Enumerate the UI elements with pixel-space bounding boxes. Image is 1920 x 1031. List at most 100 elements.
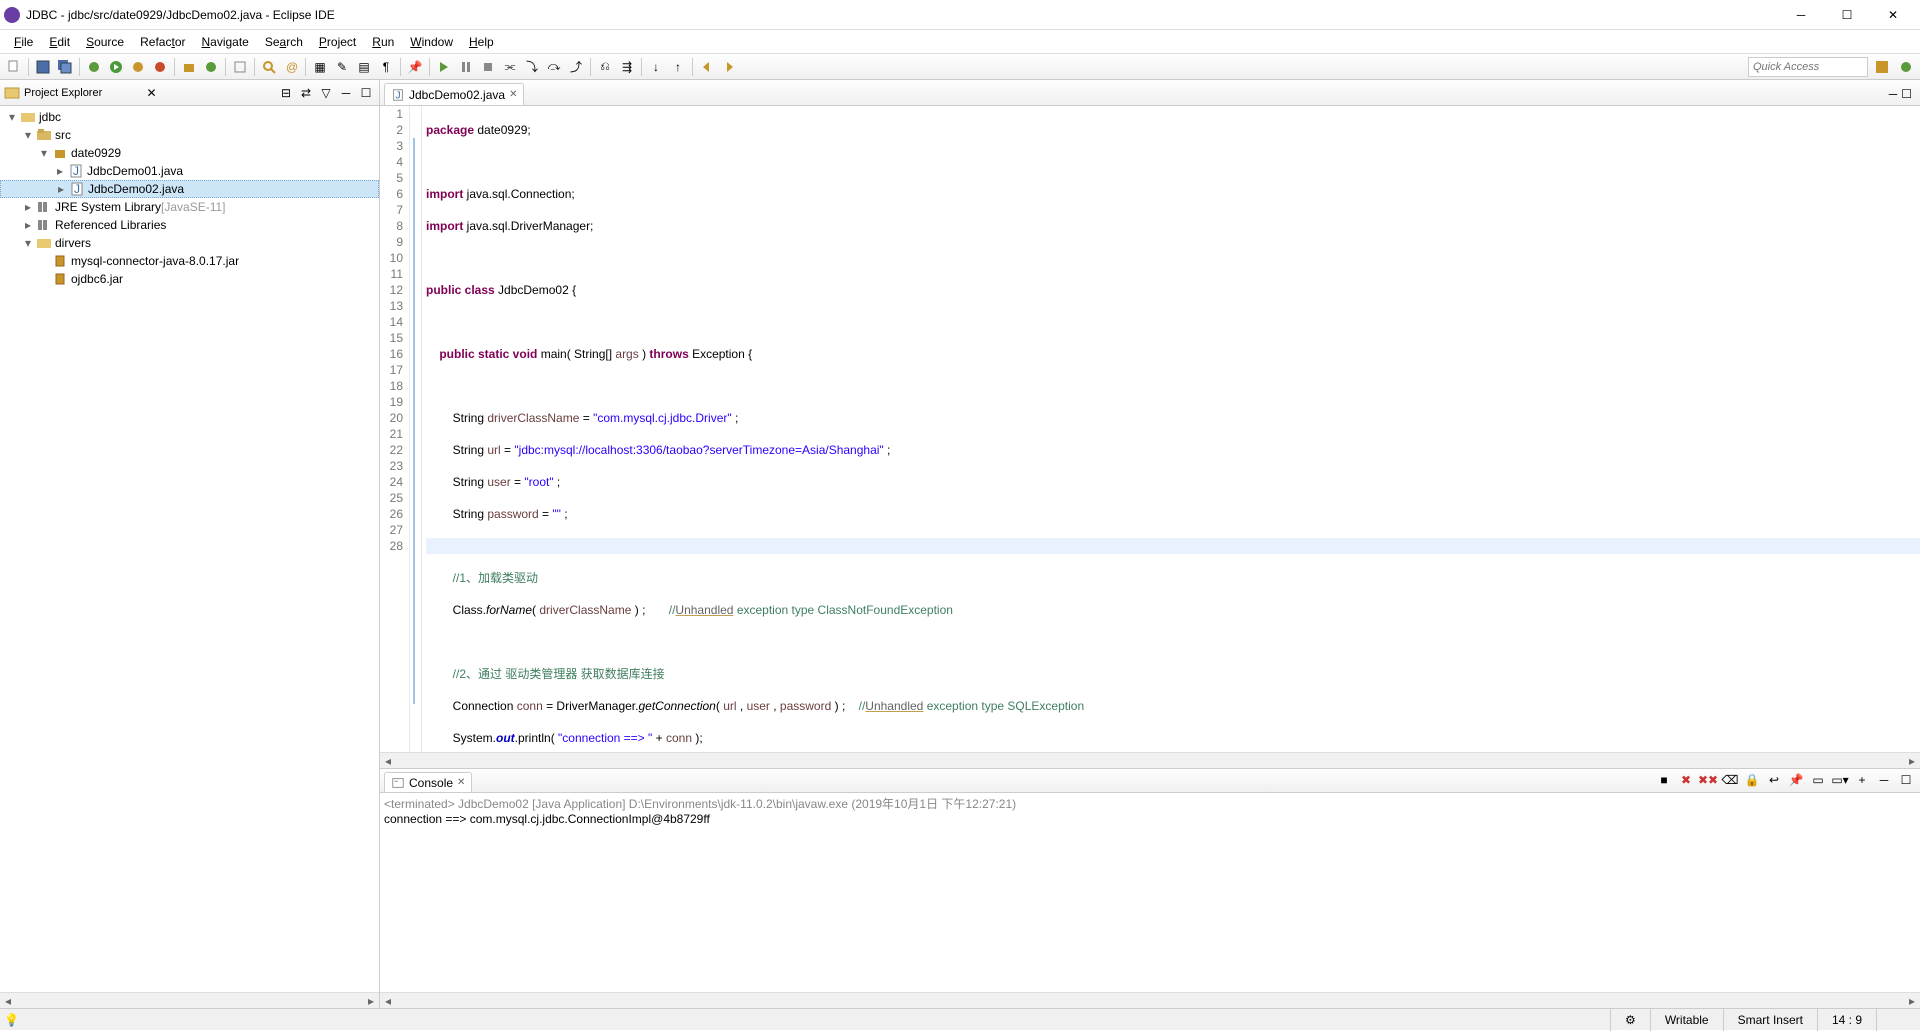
menu-refactor[interactable]: Refactor — [132, 33, 193, 51]
console-maximize-button[interactable]: ☐ — [1896, 770, 1916, 790]
console-open-button[interactable]: ▭▾ — [1830, 770, 1850, 790]
disconnect-button[interactable]: ⫘ — [500, 57, 520, 77]
console-minimize-button[interactable]: ─ — [1874, 770, 1894, 790]
save-button[interactable] — [33, 57, 53, 77]
terminate-button[interactable] — [478, 57, 498, 77]
status-launch-icon[interactable]: ⚙ — [1610, 1009, 1650, 1031]
perspective-java-button[interactable] — [1872, 57, 1892, 77]
console-word-wrap-button[interactable]: ↩ — [1764, 770, 1784, 790]
tree-project[interactable]: ▾jdbc — [0, 108, 379, 126]
console-remove-button[interactable]: ✖ — [1676, 770, 1696, 790]
minimize-view-button[interactable]: ─ — [337, 84, 355, 102]
drop-frame-button[interactable]: ⎌ — [595, 57, 615, 77]
menu-help[interactable]: Help — [461, 33, 502, 51]
debug-button[interactable] — [84, 57, 104, 77]
view-menu-button[interactable]: ▽ — [317, 84, 335, 102]
console-tab-label: Console — [409, 776, 453, 790]
editor-tabbar: J JdbcDemo02.java ✕ ─ ☐ — [380, 80, 1920, 106]
step-return-button[interactable]: ⤴ — [566, 57, 586, 77]
project-tree[interactable]: ▾jdbc ▾src ▾date0929 ▸JJdbcDemo01.java ▸… — [0, 106, 379, 992]
quick-access-input[interactable] — [1748, 57, 1868, 77]
project-explorer-title: Project Explorer — [24, 87, 142, 99]
menu-source[interactable]: Source — [78, 33, 132, 51]
tree-ref-libs[interactable]: ▸Referenced Libraries — [0, 216, 379, 234]
status-insert-mode: Smart Insert — [1723, 1009, 1817, 1031]
collapse-all-button[interactable]: ⊟ — [277, 84, 295, 102]
toggle-breadcrumb-button[interactable]: ▦ — [310, 57, 330, 77]
menu-search[interactable]: Search — [257, 33, 311, 51]
editor-hscrollbar[interactable]: ◂▸ — [380, 752, 1920, 768]
editor-tab[interactable]: J JdbcDemo02.java ✕ — [384, 83, 524, 105]
project-explorer-close[interactable]: ✕ — [146, 86, 156, 100]
perspective-debug-button[interactable] — [1896, 57, 1916, 77]
tree-dirvers[interactable]: ▾dirvers — [0, 234, 379, 252]
prev-annotation-button[interactable]: ↑ — [668, 57, 688, 77]
close-button[interactable]: ✕ — [1870, 0, 1916, 30]
tree-file-2[interactable]: ▸JJdbcDemo02.java — [0, 180, 379, 198]
new-button[interactable] — [4, 57, 24, 77]
tree-src[interactable]: ▾src — [0, 126, 379, 144]
new-class-button[interactable] — [201, 57, 221, 77]
search-button[interactable] — [259, 57, 279, 77]
step-into-button[interactable]: ⤵ — [522, 57, 542, 77]
source-folder-icon — [36, 127, 52, 143]
console-display-button[interactable]: ▭ — [1808, 770, 1828, 790]
tree-jar-1[interactable]: mysql-connector-java-8.0.17.jar — [0, 252, 379, 270]
coverage-button[interactable] — [128, 57, 148, 77]
tree-jre[interactable]: ▸JRE System Library [JavaSE-11] — [0, 198, 379, 216]
back-button[interactable] — [697, 57, 717, 77]
menu-project[interactable]: Project — [311, 33, 364, 51]
code-editor[interactable]: 1234567891011121314151617181920212223242… — [380, 106, 1920, 752]
external-tools-button[interactable] — [150, 57, 170, 77]
menu-navigate[interactable]: Navigate — [193, 33, 256, 51]
console-remove-all-button[interactable]: ✖✖ — [1698, 770, 1718, 790]
toggle-block-button[interactable]: ▤ — [354, 57, 374, 77]
explorer-hscrollbar[interactable]: ◂▸ — [0, 992, 379, 1008]
resume-button[interactable] — [434, 57, 454, 77]
editor-tab-close[interactable]: ✕ — [509, 89, 517, 100]
forward-button[interactable] — [719, 57, 739, 77]
save-all-button[interactable] — [55, 57, 75, 77]
console-tab-close[interactable]: ✕ — [457, 777, 465, 788]
suspend-button[interactable] — [456, 57, 476, 77]
status-writable: Writable — [1650, 1009, 1723, 1031]
pin-button[interactable]: 📌 — [405, 57, 425, 77]
console-clear-button[interactable]: ⌫ — [1720, 770, 1740, 790]
console-new-button[interactable]: + — [1852, 770, 1872, 790]
console-scroll-lock-button[interactable]: 🔒 — [1742, 770, 1762, 790]
maximize-view-button[interactable]: ☐ — [357, 84, 375, 102]
new-package-button[interactable] — [179, 57, 199, 77]
console-pin-button[interactable]: 📌 — [1786, 770, 1806, 790]
step-filters-button[interactable]: ⇶ — [617, 57, 637, 77]
show-whitespace-button[interactable]: ¶ — [376, 57, 396, 77]
open-type-button[interactable] — [230, 57, 250, 77]
project-icon — [20, 109, 36, 125]
minimize-button[interactable]: ─ — [1778, 0, 1824, 30]
annotation-button[interactable]: @ — [281, 57, 301, 77]
console-tab[interactable]: Console ✕ — [384, 772, 472, 792]
tip-icon: 💡 — [4, 1013, 19, 1027]
code-content[interactable]: package date0929; import java.sql.Connec… — [422, 106, 1920, 752]
menu-window[interactable]: Window — [402, 33, 461, 51]
console-output[interactable]: <terminated> JdbcDemo02 [Java Applicatio… — [380, 793, 1920, 992]
line-gutter: 1234567891011121314151617181920212223242… — [380, 106, 410, 752]
maximize-button[interactable]: ☐ — [1824, 0, 1870, 30]
svg-text:@: @ — [286, 60, 298, 74]
tree-jar-2[interactable]: ojdbc6.jar — [0, 270, 379, 288]
fold-gutter[interactable] — [410, 106, 422, 752]
console-terminate-button[interactable]: ■ — [1654, 770, 1674, 790]
editor-minimize-button[interactable]: ─ — [1889, 87, 1898, 101]
tree-package[interactable]: ▾date0929 — [0, 144, 379, 162]
library-icon — [36, 217, 52, 233]
step-over-button[interactable]: ⤼ — [544, 57, 564, 77]
menu-file[interactable]: File — [6, 33, 41, 51]
tree-file-1[interactable]: ▸JJdbcDemo01.java — [0, 162, 379, 180]
console-hscrollbar[interactable]: ◂▸ — [380, 992, 1920, 1008]
menu-edit[interactable]: Edit — [41, 33, 78, 51]
next-annotation-button[interactable]: ↓ — [646, 57, 666, 77]
menu-run[interactable]: Run — [364, 33, 402, 51]
link-editor-button[interactable]: ⇄ — [297, 84, 315, 102]
editor-maximize-button[interactable]: ☐ — [1901, 87, 1912, 101]
toggle-mark-button[interactable]: ✎ — [332, 57, 352, 77]
run-button[interactable] — [106, 57, 126, 77]
